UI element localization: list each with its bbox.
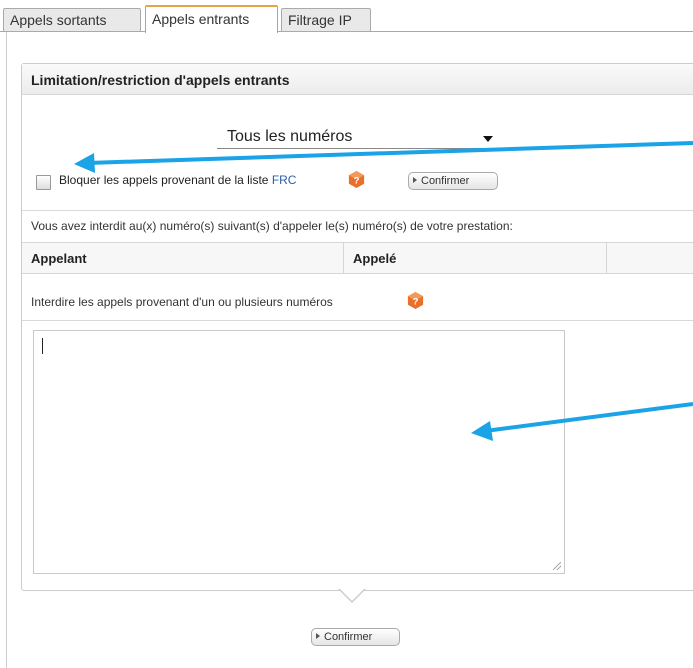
- resize-grip-icon[interactable]: [553, 562, 561, 570]
- confirm-label: Confirmer: [421, 175, 470, 187]
- column-header-appele: Appelé: [353, 251, 397, 266]
- column-header-appelant: Appelant: [31, 251, 87, 266]
- panel-title: Limitation/restriction d'appels entrants: [31, 72, 290, 88]
- forbidden-table-header: Appelant Appelé: [22, 242, 693, 274]
- forbidden-info-text: Vous avez interdit au(x) numéro(s) suiva…: [31, 219, 513, 233]
- tab-appels-entrants[interactable]: Appels entrants: [145, 5, 278, 33]
- block-frc-checkbox[interactable]: [36, 175, 51, 190]
- confirm-button[interactable]: Confirmer: [311, 628, 400, 646]
- play-icon: [413, 177, 417, 184]
- play-icon: [316, 633, 320, 640]
- column-separator: [606, 243, 607, 273]
- chevron-down-icon: [483, 136, 493, 142]
- tab-bar: Appels sortants Appels entrants Filtrage…: [0, 0, 693, 33]
- confirm-block-button[interactable]: Confirmer: [408, 172, 498, 190]
- help-icon[interactable]: ?: [347, 170, 366, 189]
- number-select-value: Tous les numéros: [227, 128, 353, 145]
- forbid-numbers-label: Interdire les appels provenant d'un ou p…: [31, 295, 333, 309]
- tab-label: Filtrage IP: [288, 12, 352, 28]
- frc-link[interactable]: FRC: [272, 173, 297, 187]
- tab-filtrage-ip[interactable]: Filtrage IP: [281, 8, 371, 31]
- help-icon[interactable]: ?: [406, 291, 425, 310]
- forbidden-numbers-textarea[interactable]: [33, 330, 565, 574]
- svg-text:?: ?: [354, 175, 360, 186]
- svg-text:?: ?: [413, 296, 419, 307]
- confirm-label: Confirmer: [324, 631, 373, 643]
- panel-pointer: [338, 588, 366, 603]
- incoming-calls-panel: Limitation/restriction d'appels entrants…: [21, 63, 693, 591]
- divider: [22, 320, 693, 321]
- tab-label: Appels entrants: [152, 11, 250, 27]
- column-separator: [343, 243, 344, 273]
- tab-label: Appels sortants: [10, 12, 107, 28]
- divider: [22, 210, 693, 211]
- panel-header: Limitation/restriction d'appels entrants: [22, 64, 693, 95]
- block-frc-label: Bloquer les appels provenant de la liste…: [59, 173, 296, 187]
- tab-appels-sortants[interactable]: Appels sortants: [3, 8, 141, 31]
- number-select[interactable]: Tous les numéros: [217, 126, 499, 149]
- block-frc-text: Bloquer les appels provenant de la liste: [59, 173, 269, 187]
- text-cursor: [42, 338, 43, 354]
